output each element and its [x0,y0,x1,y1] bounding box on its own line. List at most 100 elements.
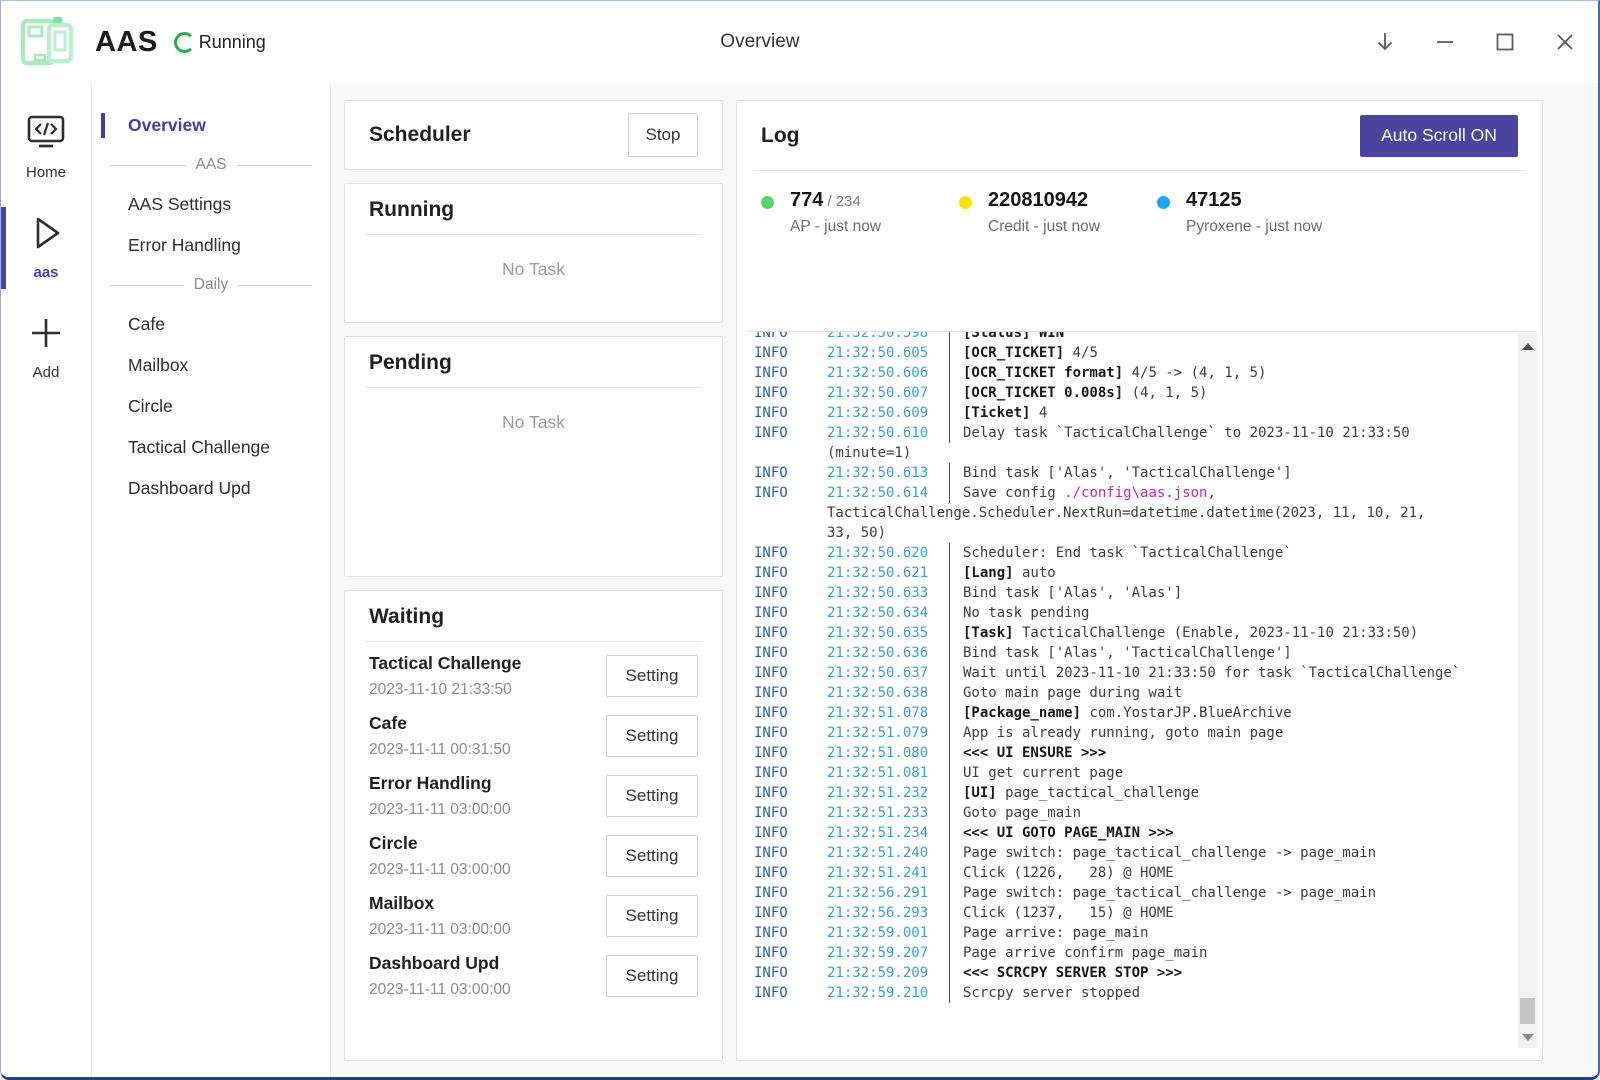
log-timestamp: 21:32:50.606 [827,363,949,383]
hide-window-button[interactable] [1374,31,1396,53]
minimize-button[interactable] [1434,31,1456,53]
log-level: INFO [747,423,827,443]
task-next-run: 2023-11-11 03:00:00 [369,921,511,939]
running-title: Running [345,198,722,234]
divider-line [110,285,184,286]
nav-item-tactical-challenge[interactable]: Tactical Challenge [92,427,330,468]
stat-value-row: 774/ 234 [790,189,881,212]
nav-item-cafe[interactable]: Cafe [92,304,330,345]
setting-button[interactable]: Setting [606,655,698,697]
close-button[interactable] [1554,31,1576,53]
running-card: Running No Task [344,183,723,323]
log-message: Click (1226, 28) @ HOME [949,863,1174,883]
app-title: AAS [95,26,158,59]
log-message: App is already running, goto main page [949,723,1283,743]
task-info: Cafe2023-11-11 00:31:50 [369,713,511,759]
rail-item-home[interactable]: Home [1,105,91,191]
rail-item-label: aas [33,264,58,281]
scrollbar-down-button[interactable] [1518,1028,1537,1046]
nav-section-label: Daily [194,276,228,294]
scrollbar-thumb[interactable] [1520,998,1535,1024]
stat-pyroxene: 47125Pyroxene - just now [1157,189,1355,236]
divider [365,387,702,388]
log-level: INFO [747,483,827,503]
nav-panel: OverviewAASAAS SettingsError HandlingDai… [92,83,331,1077]
nav-item-label: Error Handling [128,235,241,255]
task-next-run: 2023-11-10 21:33:50 [369,681,521,699]
log-level: INFO [747,683,827,703]
divider [365,234,702,235]
log-console[interactable]: INFO21:32:50.598[Status] WININFO21:32:50… [747,331,1537,1048]
nav-item-mailbox[interactable]: Mailbox [92,345,330,386]
waiting-row-mailbox: Mailbox 2023-11-11 03:00:00 Setting [369,886,698,946]
nav-item-overview[interactable]: Overview [92,105,330,146]
log-timestamp: 21:32:50.607 [827,383,949,403]
rail-item-aas[interactable]: aas [1,205,91,291]
log-timestamp: 21:32:50.620 [827,543,949,563]
active-indicator-bar [1,207,6,289]
nav-item-label: Cafe [128,314,165,334]
log-line: INFO21:32:56.291Page switch: page_tactic… [747,883,1511,903]
rail-item-add[interactable]: Add [1,305,91,391]
nav-item-dashboard-upd[interactable]: Dashboard Upd [92,468,330,509]
stat-label: Credit - just now [988,218,1100,236]
log-line: INFO21:32:50.636Bind task ['Alas', 'Tact… [747,643,1511,663]
log-message: Click (1237, 15) @ HOME [949,903,1174,923]
log-timestamp: 21:32:50.605 [827,343,949,363]
maximize-button[interactable] [1494,31,1516,53]
setting-button[interactable]: Setting [606,775,698,817]
task-name: Dashboard Upd [369,953,511,974]
log-timestamp: 21:32:51.080 [827,743,949,763]
task-name: Tactical Challenge [369,653,521,674]
nav-item-circle[interactable]: Circle [92,386,330,427]
nav-item-error-handling[interactable]: Error Handling [92,225,330,266]
log-line: INFO21:32:50.621[Lang] auto [747,563,1511,583]
log-level: INFO [747,743,827,763]
task-info: Error Handling2023-11-11 03:00:00 [369,773,511,819]
log-scrollbar[interactable] [1518,333,1537,1048]
log-line: INFO21:32:59.210Scrcpy server stopped [747,983,1511,1003]
log-message: <<< UI GOTO PAGE_MAIN >>> [949,823,1174,843]
log-line: INFO21:32:51.078[Package_name] com.Yosta… [747,703,1511,723]
scrollbar-up-button[interactable] [1518,337,1537,355]
log-line: INFO21:32:50.634No task pending [747,603,1511,623]
log-header: Log Auto Scroll ON [737,101,1542,170]
log-level: INFO [747,803,827,823]
waiting-list: Tactical Challenge 2023-11-10 21:33:50 Set… [345,642,722,1006]
setting-button[interactable]: Setting [606,835,698,877]
log-line: INFO21:32:50.613Bind task ['Alas', 'Tact… [747,463,1511,483]
log-timestamp: 21:32:51.234 [827,823,949,843]
stat-content: 220810942Credit - just now [988,189,1100,236]
status-spinner-icon [174,32,195,53]
log-line: INFO21:32:51.080<<< UI ENSURE >>> [747,743,1511,763]
log-message: [OCR_TICKET format] 4/5 -> (4, 1, 5) [949,363,1266,383]
setting-button[interactable]: Setting [606,715,698,757]
window-controls [1374,31,1576,53]
log-level: INFO [747,331,827,343]
log-timestamp: 21:32:51.232 [827,783,949,803]
log-timestamp: 21:32:50.638 [827,683,949,703]
log-level: INFO [747,783,827,803]
auto-scroll-button[interactable]: Auto Scroll ON [1360,115,1518,157]
stat-label: Pyroxene - just now [1186,218,1322,236]
log-timestamp: 21:32:50.613 [827,463,949,483]
log-level: INFO [747,363,827,383]
log-level: INFO [747,883,827,903]
nav-item-aas-settings[interactable]: AAS Settings [92,184,330,225]
plus-icon [24,313,68,358]
log-line: TacticalChallenge.Scheduler.NextRun=date… [747,503,1511,523]
stat-dot-icon [1157,196,1170,209]
stat-label: AP - just now [790,218,881,236]
log-timestamp: 21:32:50.609 [827,403,949,423]
log-message: Page switch: page_tactical_challenge -> … [949,883,1376,903]
log-level: INFO [747,543,827,563]
log-line: INFO21:32:50.637Wait until 2023-11-10 21… [747,663,1511,683]
nav-item-label: Tactical Challenge [128,437,270,457]
stop-button[interactable]: Stop [628,113,698,157]
task-name: Mailbox [369,893,511,914]
log-line: INFO21:32:51.240Page switch: page_tactic… [747,843,1511,863]
task-info: Mailbox 2023-11-11 03:00:00 [369,893,511,939]
setting-button[interactable]: Setting [606,955,698,997]
log-timestamp: 21:32:51.078 [827,703,949,723]
setting-button[interactable]: Setting [606,895,698,937]
